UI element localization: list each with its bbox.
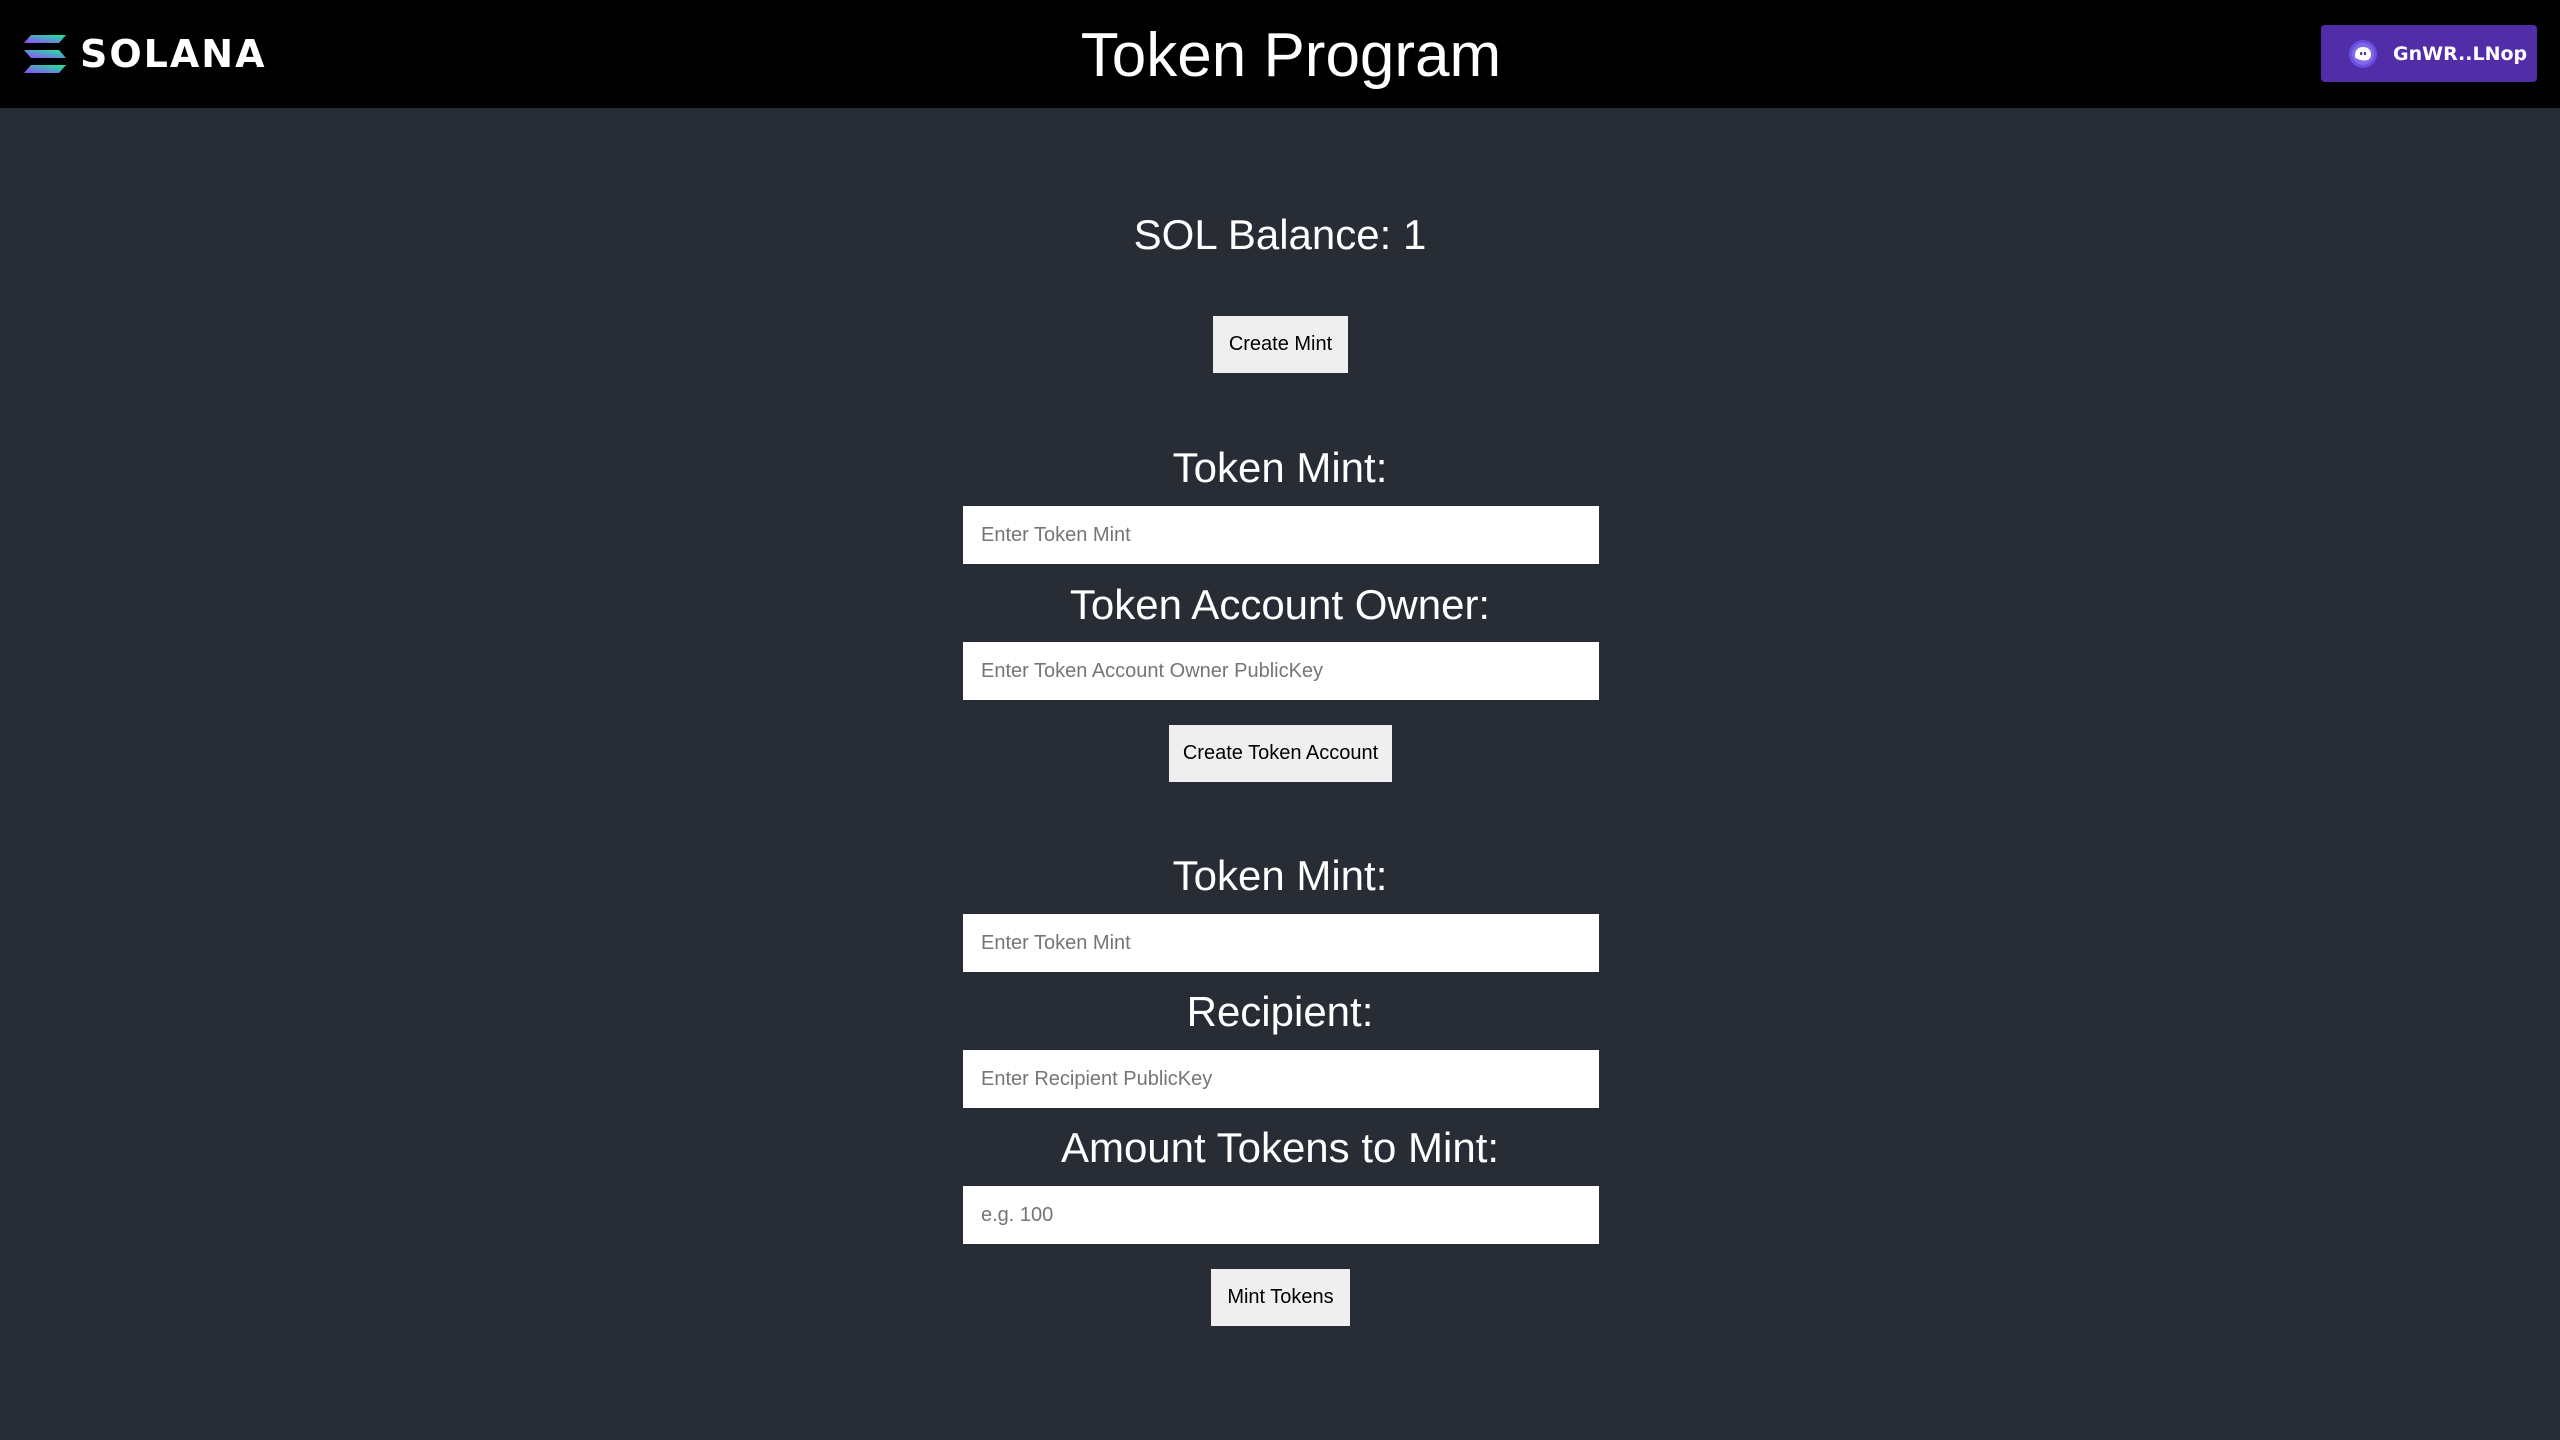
wallet-button[interactable]: GnWR..LNop [2321,25,2537,82]
token-mint-input[interactable] [963,506,1599,564]
token-mint-label: Token Mint: [1172,444,1388,491]
page-title: Token Program [1080,21,1502,90]
phantom-wallet-icon [2349,39,2393,68]
mint-token-mint-input[interactable] [963,914,1599,972]
wallet-address: GnWR..LNop [2393,42,2528,65]
token-account-owner-label: Token Account Owner: [1069,581,1491,628]
mint-token-mint-label: Token Mint: [1172,852,1388,899]
app-header: SOLANA Token Program GnWR..LNop [0,0,2560,108]
mint-tokens-button[interactable]: Mint Tokens [1211,1269,1350,1326]
sol-balance: SOL Balance: 1 [1133,211,1427,258]
recipient-input[interactable] [963,1050,1599,1108]
create-mint-button[interactable]: Create Mint [1213,316,1348,373]
amount-label: Amount Tokens to Mint: [1060,1124,1500,1171]
create-token-account-button[interactable]: Create Token Account [1169,725,1392,782]
recipient-label: Recipient: [1186,988,1374,1035]
amount-input[interactable] [963,1186,1599,1244]
token-account-owner-input[interactable] [963,642,1599,700]
